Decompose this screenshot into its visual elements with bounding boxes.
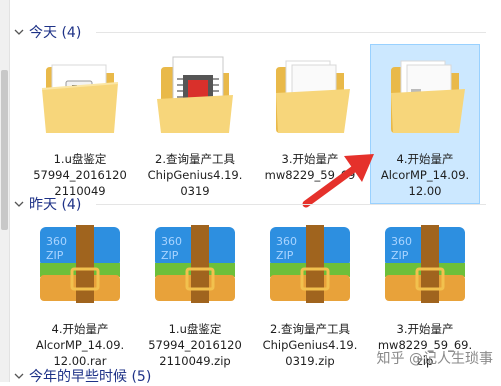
file-name-line: 4.开始量产 bbox=[396, 152, 454, 166]
file-name-line: AlcorMP_14.09. bbox=[380, 168, 470, 182]
watermark: 知乎 @记人生琐事 bbox=[376, 351, 493, 367]
group-divider bbox=[96, 204, 486, 205]
document-folder-icon bbox=[276, 60, 350, 133]
group-divider bbox=[96, 32, 486, 33]
group-title: 今天 (4) bbox=[29, 25, 82, 41]
chevron-down-icon[interactable] bbox=[12, 197, 26, 211]
file-name-line: 3.开始量产 bbox=[396, 322, 454, 336]
group-title: 今年的早些时候 (5) bbox=[29, 369, 152, 385]
group-header-today[interactable]: 今天 (4) bbox=[12, 22, 492, 42]
file-item[interactable]: 2.查询量产工具 ChipGenius4.19. 0319 bbox=[140, 44, 250, 204]
chevron-down-icon[interactable] bbox=[12, 369, 26, 383]
file-name: 1.u盘鉴定 57994_2016120 2110049.zip bbox=[141, 321, 249, 369]
file-name-line: 4.开始量产 bbox=[51, 322, 109, 336]
file-name: 1.u盘鉴定 57994_2016120 2110049 bbox=[26, 151, 134, 199]
file-name-line: 57994_2016120 bbox=[148, 338, 242, 352]
file-name-line: 1.u盘鉴定 bbox=[168, 322, 222, 336]
group-header-yesterday[interactable]: 昨天 (4) bbox=[12, 194, 492, 214]
svg-text:360: 360 bbox=[161, 235, 182, 248]
360zip-icon: 360 ZIP bbox=[155, 225, 235, 303]
svg-text:360: 360 bbox=[46, 235, 67, 248]
svg-text:360: 360 bbox=[276, 235, 297, 248]
file-item[interactable]: 360 ZIP 4.开始量产 AlcorMP_14.09. 12.00.rar bbox=[25, 214, 135, 374]
svg-text:ZIP: ZIP bbox=[161, 249, 179, 262]
360zip-icon: 360 ZIP bbox=[270, 225, 350, 303]
chevron-down-icon[interactable] bbox=[12, 25, 26, 39]
svg-text:ZIP: ZIP bbox=[46, 249, 64, 262]
svg-text:360: 360 bbox=[391, 235, 412, 248]
group-title: 昨天 (4) bbox=[29, 197, 82, 213]
file-item[interactable]: 360 ZIP 1.u盘鉴定 57994_2016120 2110049.zip bbox=[140, 214, 250, 374]
group-header-earlier-this-year[interactable]: 今年的早些时候 (5) bbox=[12, 366, 492, 386]
file-name-line: AlcorMP_14.09. bbox=[35, 338, 125, 352]
file-name: 4.开始量产 AlcorMP_14.09. 12.00 bbox=[371, 151, 479, 199]
svg-text:ZIP: ZIP bbox=[391, 249, 409, 262]
file-name-line: ChipGenius4.19. bbox=[147, 168, 243, 182]
file-name: 4.开始量产 AlcorMP_14.09. 12.00.rar bbox=[26, 321, 134, 369]
file-item[interactable]: 1.u盘鉴定 57994_2016120 2110049 bbox=[25, 44, 135, 204]
file-name-line: 57994_2016120 bbox=[33, 168, 127, 182]
file-name-line: 2.查询量产工具 bbox=[155, 152, 235, 166]
chip-folder-icon bbox=[157, 56, 233, 133]
vertical-scrollbar[interactable] bbox=[0, 0, 10, 382]
file-item-selected[interactable]: 4.开始量产 AlcorMP_14.09. 12.00 bbox=[370, 44, 480, 204]
document-folder-icon bbox=[391, 60, 465, 133]
360zip-icon: 360 ZIP bbox=[385, 225, 465, 303]
usb-folder-icon bbox=[41, 64, 119, 133]
file-item[interactable]: 360 ZIP 2.查询量产工具 ChipGenius4.19. 0319.zi… bbox=[255, 214, 365, 374]
scrollbar-thumb[interactable] bbox=[1, 70, 8, 230]
file-name: 2.查询量产工具 ChipGenius4.19. 0319.zip bbox=[256, 321, 364, 369]
360zip-icon: 360 ZIP bbox=[40, 225, 120, 303]
file-name-line: ChipGenius4.19. bbox=[262, 338, 358, 352]
file-name-line: 1.u盘鉴定 bbox=[53, 152, 107, 166]
svg-text:ZIP: ZIP bbox=[276, 249, 294, 262]
file-name-line: 2.查询量产工具 bbox=[270, 322, 350, 336]
file-name: 2.查询量产工具 ChipGenius4.19. 0319 bbox=[141, 151, 249, 199]
